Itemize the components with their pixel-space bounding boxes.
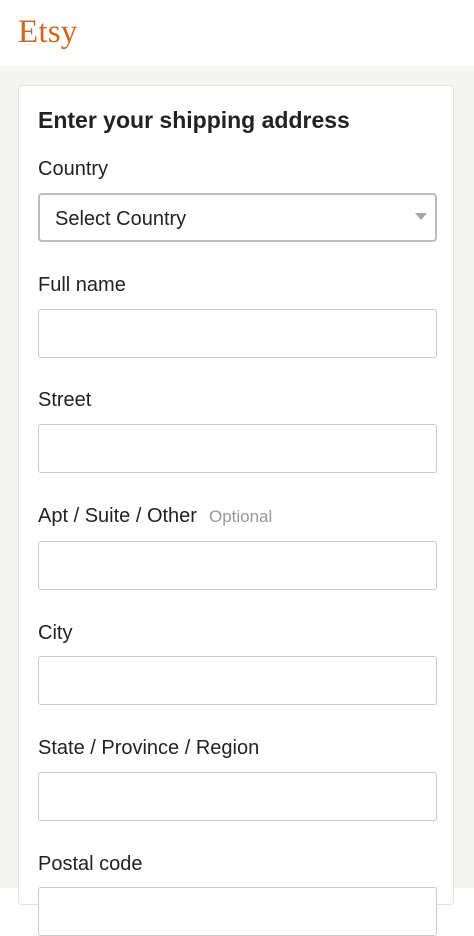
chevron-down-icon: [415, 213, 427, 220]
postal-code-label: Postal code: [38, 853, 143, 875]
full-name-label: Full name: [38, 274, 126, 296]
state-input[interactable]: [38, 772, 437, 821]
state-label: State / Province / Region: [38, 737, 260, 759]
street-label: Street: [38, 389, 92, 411]
form-title: Enter your shipping address: [38, 107, 350, 133]
street-input[interactable]: [38, 424, 437, 473]
header-bar: Etsy: [0, 0, 474, 66]
shipping-address-form: Enter your shipping address Country Sele…: [18, 85, 454, 936]
apt-input[interactable]: [38, 541, 437, 590]
etsy-logo[interactable]: Etsy: [18, 12, 77, 52]
apt-label-text: Apt / Suite / Other: [38, 505, 197, 527]
city-input[interactable]: [38, 656, 437, 705]
optional-hint: Optional: [208, 507, 273, 526]
city-label: City: [38, 622, 73, 644]
full-name-input[interactable]: [38, 309, 437, 358]
country-select[interactable]: Select Country: [38, 193, 437, 242]
country-label: Country: [38, 158, 109, 180]
country-select-value: Select Country: [55, 208, 187, 230]
apt-label: Apt / Suite / Other Optional: [38, 504, 272, 529]
postal-code-input[interactable]: [38, 887, 437, 936]
